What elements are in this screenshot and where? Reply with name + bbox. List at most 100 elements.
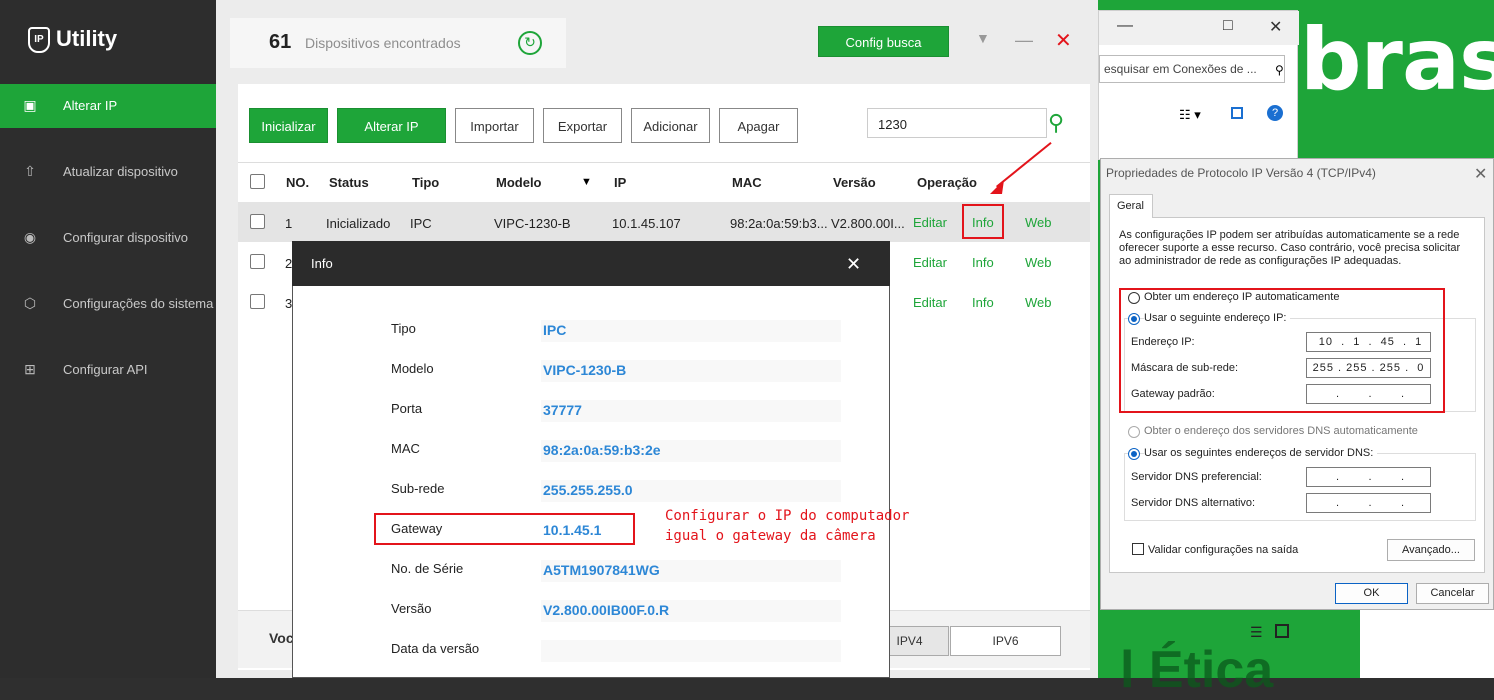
sidebar-item-label: Configurar API <box>63 362 148 377</box>
web-link[interactable]: Web <box>1025 215 1052 230</box>
tab-geral[interactable]: Geral <box>1109 194 1153 218</box>
explorer-search-input[interactable]: esquisar em Conexões de ... <box>1099 55 1285 83</box>
app-logo: IP Utility <box>28 26 117 54</box>
sort-icon[interactable]: ▼ <box>581 176 592 188</box>
sidebar-item-sistema[interactable]: ⬡ Configurações do sistema <box>0 282 216 326</box>
sidebar-item-alterar-ip[interactable]: ▣ Alterar IP <box>0 84 216 128</box>
close-icon[interactable]: ✕ <box>846 254 861 275</box>
importar-button[interactable]: Importar <box>455 108 534 143</box>
col-modelo: Modelo <box>496 175 542 190</box>
close-icon[interactable]: ✕ <box>1269 17 1282 37</box>
cell-no: 1 <box>285 216 293 231</box>
cell-status: Inicializado <box>326 216 391 231</box>
validate-checkbox[interactable] <box>1132 543 1144 555</box>
apagar-button[interactable]: Apagar <box>719 108 798 143</box>
cancel-button[interactable]: Cancelar <box>1416 583 1489 604</box>
explorer-window: — □ ✕ esquisar em Conexões de ... ⚲ ☷ ▾ … <box>1098 10 1299 160</box>
col-ip: IP <box>614 175 627 190</box>
edit-link[interactable]: Editar <box>913 215 947 230</box>
field-key: No. de Série <box>391 561 464 576</box>
field-key: Data da versão <box>391 641 480 656</box>
ip-icon: ▣ <box>23 97 37 113</box>
device-count: 61 <box>269 31 292 53</box>
row-checkbox[interactable] <box>250 214 265 229</box>
pane-icon[interactable] <box>1231 107 1243 119</box>
field-value: 98:2a:0a:59:b3:2e <box>543 442 661 458</box>
cell-versao: V2.800.00I... <box>831 216 905 231</box>
sidebar-item-label: Configurar dispositivo <box>63 230 189 245</box>
col-operacao: Operação <box>917 175 977 190</box>
sidebar-item-label: Alterar IP <box>63 98 118 113</box>
col-no: NO. <box>286 175 310 190</box>
dropdown-icon[interactable]: ▼ <box>976 30 990 46</box>
sidebar-item-configurar[interactable]: ◉ Configurar dispositivo <box>0 216 216 260</box>
advanced-button[interactable]: Avançado... <box>1387 539 1475 561</box>
close-icon[interactable]: ✕ <box>1055 28 1072 53</box>
inicializar-button[interactable]: Inicializar <box>249 108 328 143</box>
ok-button[interactable]: OK <box>1335 583 1408 604</box>
help-icon[interactable]: ? <box>1267 105 1283 121</box>
sidebar-item-label: Configurações do sistema <box>63 296 214 311</box>
manual-dns-radio[interactable] <box>1128 448 1140 460</box>
bottom-left-text: Voc <box>269 630 294 646</box>
info-link[interactable]: Info <box>972 255 994 270</box>
maximize-icon[interactable]: □ <box>1223 17 1233 35</box>
field-key: MAC <box>391 441 420 456</box>
info-highlight-box <box>962 204 1004 239</box>
sidebar-item-atualizar[interactable]: ⇧ Atualizar dispositivo <box>0 150 216 194</box>
brand-bottom-text: l Ética <box>1120 641 1274 699</box>
alterar-ip-button[interactable]: Alterar IP <box>337 108 446 143</box>
brand-wordmark: bras <box>1300 10 1494 110</box>
minimize-icon[interactable]: — <box>1015 30 1033 51</box>
web-link[interactable]: Web <box>1025 295 1052 310</box>
exportar-button[interactable]: Exportar <box>543 108 622 143</box>
arrow-head-icon <box>990 180 1004 194</box>
device-search-input[interactable]: 1230 <box>867 108 1047 138</box>
search-icon[interactable]: ⚲ <box>1048 110 1072 135</box>
field-value: VIPC-1230-B <box>543 362 627 378</box>
annotation-note: Configurar o IP do computador igual o ga… <box>665 506 909 546</box>
adicionar-button[interactable]: Adicionar <box>631 108 710 143</box>
gear-icon: ⬡ <box>23 295 37 311</box>
close-icon[interactable]: ✕ <box>1474 164 1487 184</box>
white-strip <box>1360 600 1494 678</box>
manual-dns-label: Usar os seguintes endereços de servidor … <box>1144 447 1378 459</box>
field-value: V2.800.00IB00F.0.R <box>543 602 670 618</box>
ipv6-tab[interactable]: IPV6 <box>950 626 1061 656</box>
dns-preferred-field[interactable]: . . . <box>1306 467 1431 487</box>
info-modal-title: Info <box>311 256 333 271</box>
gateway-highlight-box <box>374 513 635 545</box>
tiles-view-icon[interactable] <box>1275 624 1289 638</box>
config-busca-button[interactable]: Config busca <box>818 26 949 57</box>
info-link[interactable]: Info <box>972 295 994 310</box>
row-checkbox[interactable] <box>250 254 265 269</box>
details-view-icon[interactable]: ☰ <box>1250 624 1263 641</box>
field-value: IPC <box>543 322 567 338</box>
minimize-icon[interactable]: — <box>1117 17 1133 35</box>
dns-alternate-field[interactable]: . . . <box>1306 493 1431 513</box>
sidebar-item-api[interactable]: ⊞ Configurar API <box>0 348 216 392</box>
web-link[interactable]: Web <box>1025 255 1052 270</box>
edit-link[interactable]: Editar <box>913 295 947 310</box>
view-options-icon[interactable]: ☷ ▾ <box>1179 107 1201 123</box>
row-checkbox[interactable] <box>250 294 265 309</box>
value-field-bg <box>541 320 841 342</box>
select-all-checkbox[interactable] <box>250 174 265 189</box>
grid-icon: ⊞ <box>24 361 36 377</box>
auto-dns-label: Obter o endereço dos servidores DNS auto… <box>1144 425 1418 437</box>
cell-mac: 98:2a:0a:59:b3... <box>730 216 828 231</box>
edit-link[interactable]: Editar <box>913 255 947 270</box>
col-mac: MAC <box>732 175 762 190</box>
ip-shield-icon: IP <box>28 27 50 54</box>
auto-dns-radio[interactable] <box>1128 426 1140 438</box>
sidebar-item-label: Atualizar dispositivo <box>63 164 178 179</box>
upload-icon: ⇧ <box>24 163 36 179</box>
value-field-bg <box>541 640 841 662</box>
search-icon[interactable]: ⚲ <box>1275 63 1284 77</box>
dns-preferred-label: Servidor DNS preferencial: <box>1131 471 1262 483</box>
tcpip-intro-text: As configurações IP podem ser atribuídas… <box>1119 229 1461 267</box>
cell-modelo: VIPC-1230-B <box>494 216 571 231</box>
refresh-icon[interactable]: ↻ <box>518 31 542 55</box>
field-key: Porta <box>391 401 423 416</box>
field-key: Versão <box>391 601 432 616</box>
